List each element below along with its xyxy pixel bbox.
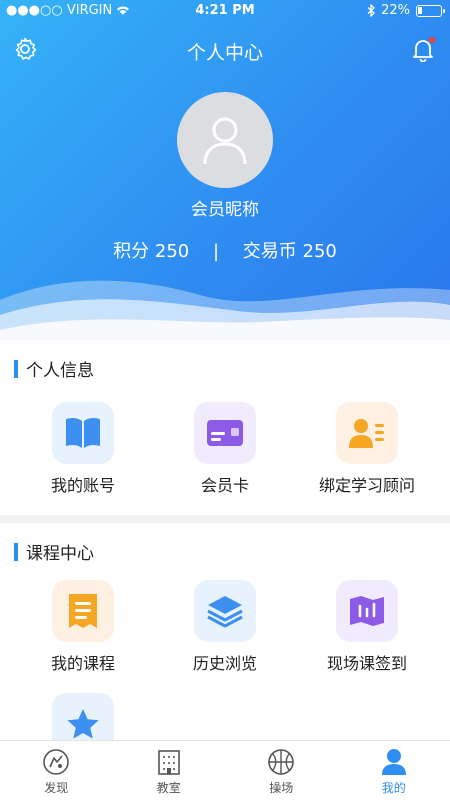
tile-label: 现场课签到 (326, 654, 407, 673)
bind-advisor-item[interactable]: 绑定学习顾问 (292, 402, 442, 496)
bluetooth-icon (367, 4, 376, 17)
points-label[interactable]: 积分 250 (113, 241, 189, 262)
nickname[interactable]: 会员昵称 (0, 195, 450, 220)
user-placeholder-icon (203, 117, 247, 165)
profile-header: ●●●○○ VIRGIN 4:21 PM 22% 个人中心 会员昵称 积分 25… (0, 0, 450, 340)
profile-icon (379, 747, 409, 777)
tab-label: 教室 (156, 781, 181, 795)
battery-percent: 22% (381, 3, 410, 18)
section-personal-info: 个人信息 我的账号 会员卡 绑定学习顾问 (0, 340, 450, 515)
onsite-checkin-item[interactable]: 现场课签到 (292, 580, 442, 674)
book-icon (52, 402, 114, 464)
avatar[interactable] (177, 92, 273, 188)
tab-bar: 发现 教室 操场 我的 (0, 740, 450, 800)
tab-classroom[interactable]: 教室 (113, 741, 226, 800)
tab-playground[interactable]: 操场 (225, 741, 338, 800)
battery-icon (416, 4, 445, 17)
battery-fill (418, 6, 422, 14)
section-title-text: 课程中心 (26, 544, 94, 564)
map-icon (336, 580, 398, 642)
tab-label: 我的 (381, 781, 406, 795)
tab-label: 操场 (269, 781, 294, 795)
section-title: 课程中心 (14, 539, 94, 564)
course-icon (52, 580, 114, 642)
basketball-icon (266, 747, 296, 777)
wave-decoration (0, 280, 450, 340)
coins-label[interactable]: 交易币 250 (243, 241, 337, 262)
history-item[interactable]: 历史浏览 (150, 580, 300, 674)
my-account-item[interactable]: 我的账号 (8, 402, 158, 496)
section-title: 个人信息 (14, 356, 94, 381)
tile-label: 我的账号 (50, 476, 115, 495)
tile-label: 我的课程 (50, 654, 115, 673)
status-bar: ●●●○○ VIRGIN 4:21 PM 22% (0, 0, 450, 22)
tile-label: 历史浏览 (192, 654, 257, 673)
membership-card-item[interactable]: 会员卡 (150, 402, 300, 496)
status-right: 22% (367, 3, 445, 18)
tab-mine[interactable]: 我的 (338, 741, 450, 800)
notification-button[interactable] (410, 36, 436, 63)
section-title-bar (14, 542, 18, 561)
section-title-text: 个人信息 (26, 361, 94, 381)
layers-icon (194, 580, 256, 642)
tab-label: 发现 (44, 781, 69, 795)
stats-row: 积分 250 | 交易币 250 (0, 237, 450, 263)
page-title: 个人中心 (186, 42, 263, 64)
notification-dot (429, 37, 435, 43)
tile-label: 绑定学习顾问 (318, 476, 415, 495)
section-title-bar (14, 359, 18, 378)
discover-icon (41, 747, 71, 777)
tile-label: 会员卡 (200, 476, 249, 495)
tab-discover[interactable]: 发现 (0, 741, 113, 800)
stats-separator: | (212, 241, 220, 262)
nav-bar: 个人中心 (0, 30, 450, 70)
advisor-icon (336, 402, 398, 464)
classroom-icon (154, 747, 184, 777)
section-course-center: 课程中心 我的课程 历史浏览 现场课签到 (0, 523, 450, 755)
my-courses-item[interactable]: 我的课程 (8, 580, 158, 674)
card-icon (194, 402, 256, 464)
